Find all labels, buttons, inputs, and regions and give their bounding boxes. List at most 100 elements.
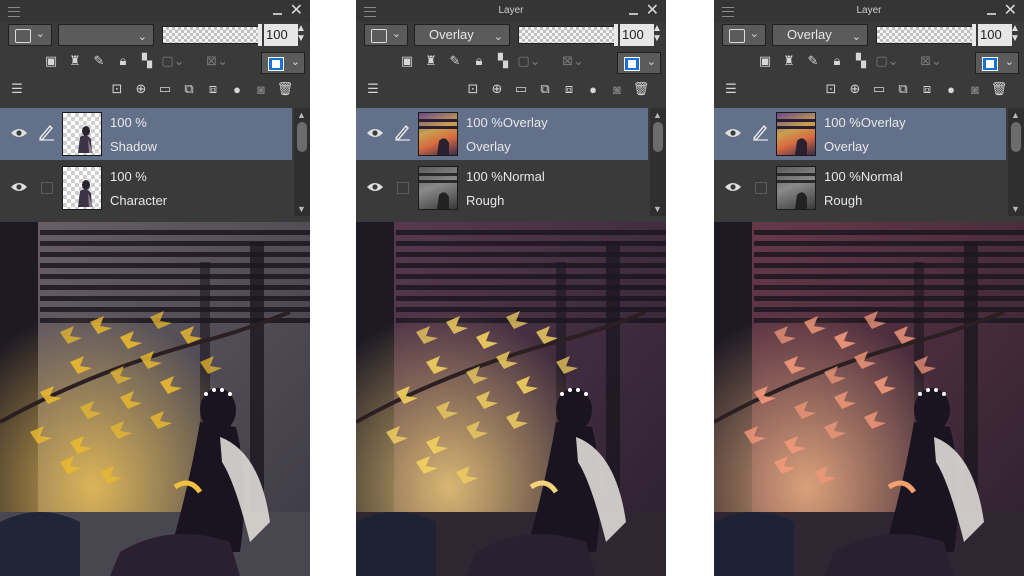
- mask-icon[interactable]: ●: [942, 80, 960, 98]
- new-folder-icon[interactable]: ▭: [512, 80, 530, 98]
- lock-icon[interactable]: 🔒︎: [470, 52, 488, 70]
- opacity-slider-handle[interactable]: [614, 24, 618, 46]
- clip-icon[interactable]: ▢⌄: [517, 52, 540, 70]
- scroll-down-icon[interactable]: ▼: [1011, 204, 1020, 214]
- lock-transparent-icon[interactable]: ▚: [138, 52, 156, 70]
- reference-layer-icon[interactable]: ♜: [780, 52, 798, 70]
- layer-color-button[interactable]: ⌄: [617, 52, 661, 74]
- merge-down-icon[interactable]: ⧈: [204, 80, 222, 98]
- minimize-icon[interactable]: [629, 13, 638, 15]
- layer-color-button[interactable]: ⌄: [975, 52, 1019, 74]
- layer-list-icon[interactable]: ☰: [364, 80, 382, 98]
- visibility-eye-icon[interactable]: [10, 127, 28, 139]
- new-vector-layer-icon[interactable]: ⊕: [846, 80, 864, 98]
- reference-layer-icon[interactable]: ♜: [66, 52, 84, 70]
- edit-target-checkbox[interactable]: [397, 182, 409, 194]
- trash-icon[interactable]: 🗑︎: [990, 80, 1008, 98]
- lock-icon[interactable]: 🔒︎: [114, 52, 132, 70]
- layer-list-scrollbar[interactable]: ▲ ▼: [294, 108, 310, 216]
- opacity-slider[interactable]: [876, 26, 974, 44]
- layer-row[interactable]: 100 %Overlay Overlay: [356, 108, 648, 160]
- new-vector-layer-icon[interactable]: ⊕: [132, 80, 150, 98]
- scrollbar-thumb[interactable]: [1011, 122, 1021, 152]
- layer-row[interactable]: 100 %Normal Rough: [714, 162, 1006, 214]
- opacity-slider-handle[interactable]: [258, 24, 262, 46]
- minimize-icon[interactable]: [987, 13, 996, 15]
- layer-color-button[interactable]: ⌄: [261, 52, 305, 74]
- blend-mode-dropdown[interactable]: Overlay ⌄: [772, 24, 868, 46]
- new-raster-layer-icon[interactable]: ⊡: [464, 80, 482, 98]
- opacity-input[interactable]: 100: [978, 24, 1012, 46]
- scroll-up-icon[interactable]: ▲: [653, 110, 662, 120]
- panel-titlebar[interactable]: ✕: [0, 0, 310, 22]
- panel-menu-icon[interactable]: [8, 7, 20, 17]
- layer-mask-icon[interactable]: ▣: [42, 52, 60, 70]
- edit-pen-icon[interactable]: [750, 122, 770, 142]
- new-folder-icon[interactable]: ▭: [870, 80, 888, 98]
- visibility-eye-icon[interactable]: [366, 127, 384, 139]
- new-raster-layer-icon[interactable]: ⊡: [108, 80, 126, 98]
- layer-shape-dropdown[interactable]: ⌄: [8, 24, 52, 46]
- lock-transparent-icon[interactable]: ▚: [852, 52, 870, 70]
- mask-icon[interactable]: ●: [228, 80, 246, 98]
- layer-row[interactable]: 100 % Shadow: [0, 108, 292, 160]
- scroll-up-icon[interactable]: ▲: [297, 110, 306, 120]
- layer-list-icon[interactable]: ☰: [8, 80, 26, 98]
- edit-target-checkbox[interactable]: [755, 182, 767, 194]
- panel-titlebar[interactable]: Layer ✕: [356, 0, 666, 22]
- copy-layer-icon[interactable]: ⧉: [180, 80, 198, 98]
- merge-down-icon[interactable]: ⧈: [918, 80, 936, 98]
- visibility-eye-icon[interactable]: [10, 181, 28, 193]
- minimize-icon[interactable]: [273, 13, 282, 15]
- opacity-slider[interactable]: [162, 26, 260, 44]
- camera-icon[interactable]: ◙: [966, 80, 984, 98]
- opacity-slider[interactable]: [518, 26, 616, 44]
- new-folder-icon[interactable]: ▭: [156, 80, 174, 98]
- opacity-slider-handle[interactable]: [972, 24, 976, 46]
- draft-layer-icon[interactable]: ✎: [90, 52, 108, 70]
- layer-row[interactable]: 100 %Overlay Overlay: [714, 108, 1006, 160]
- scroll-up-icon[interactable]: ▲: [1011, 110, 1020, 120]
- visibility-eye-icon[interactable]: [724, 181, 742, 193]
- blend-mode-dropdown[interactable]: Overlay ⌄: [414, 24, 510, 46]
- close-icon[interactable]: ✕: [290, 0, 303, 22]
- layer-mask-icon[interactable]: ▣: [398, 52, 416, 70]
- scroll-down-icon[interactable]: ▼: [653, 204, 662, 214]
- new-raster-layer-icon[interactable]: ⊡: [822, 80, 840, 98]
- layer-row[interactable]: 100 % Character: [0, 162, 292, 214]
- opacity-stepper[interactable]: ▲ ▼: [296, 24, 308, 44]
- blend-mode-dropdown[interactable]: ⌄: [58, 24, 154, 46]
- edit-pen-icon[interactable]: [392, 122, 412, 142]
- layer-shape-dropdown[interactable]: ⌄: [722, 24, 766, 46]
- copy-layer-icon[interactable]: ⧉: [894, 80, 912, 98]
- opacity-input[interactable]: 100: [620, 24, 654, 46]
- edit-target-checkbox[interactable]: [41, 182, 53, 194]
- opacity-input[interactable]: 100: [264, 24, 298, 46]
- layer-list-scrollbar[interactable]: ▲ ▼: [1008, 108, 1024, 216]
- opacity-stepper[interactable]: ▲ ▼: [1010, 24, 1022, 44]
- mask-enable-icon[interactable]: ⊠⌄: [206, 52, 228, 70]
- close-icon[interactable]: ✕: [1004, 0, 1017, 22]
- panel-titlebar[interactable]: Layer ✕: [714, 0, 1024, 22]
- panel-menu-icon[interactable]: [722, 7, 734, 17]
- visibility-eye-icon[interactable]: [724, 127, 742, 139]
- layer-list-icon[interactable]: ☰: [722, 80, 740, 98]
- draft-layer-icon[interactable]: ✎: [446, 52, 464, 70]
- layer-row[interactable]: 100 %Normal Rough: [356, 162, 648, 214]
- new-vector-layer-icon[interactable]: ⊕: [488, 80, 506, 98]
- scrollbar-thumb[interactable]: [297, 122, 307, 152]
- lock-icon[interactable]: 🔒︎: [828, 52, 846, 70]
- draft-layer-icon[interactable]: ✎: [804, 52, 822, 70]
- copy-layer-icon[interactable]: ⧉: [536, 80, 554, 98]
- layer-list-scrollbar[interactable]: ▲ ▼: [650, 108, 666, 216]
- camera-icon[interactable]: ◙: [252, 80, 270, 98]
- reference-layer-icon[interactable]: ♜: [422, 52, 440, 70]
- clip-icon[interactable]: ▢⌄: [161, 52, 184, 70]
- trash-icon[interactable]: 🗑︎: [276, 80, 294, 98]
- scrollbar-thumb[interactable]: [653, 122, 663, 152]
- mask-icon[interactable]: ●: [584, 80, 602, 98]
- camera-icon[interactable]: ◙: [608, 80, 626, 98]
- mask-enable-icon[interactable]: ⊠⌄: [920, 52, 942, 70]
- trash-icon[interactable]: 🗑︎: [632, 80, 650, 98]
- close-icon[interactable]: ✕: [646, 0, 659, 22]
